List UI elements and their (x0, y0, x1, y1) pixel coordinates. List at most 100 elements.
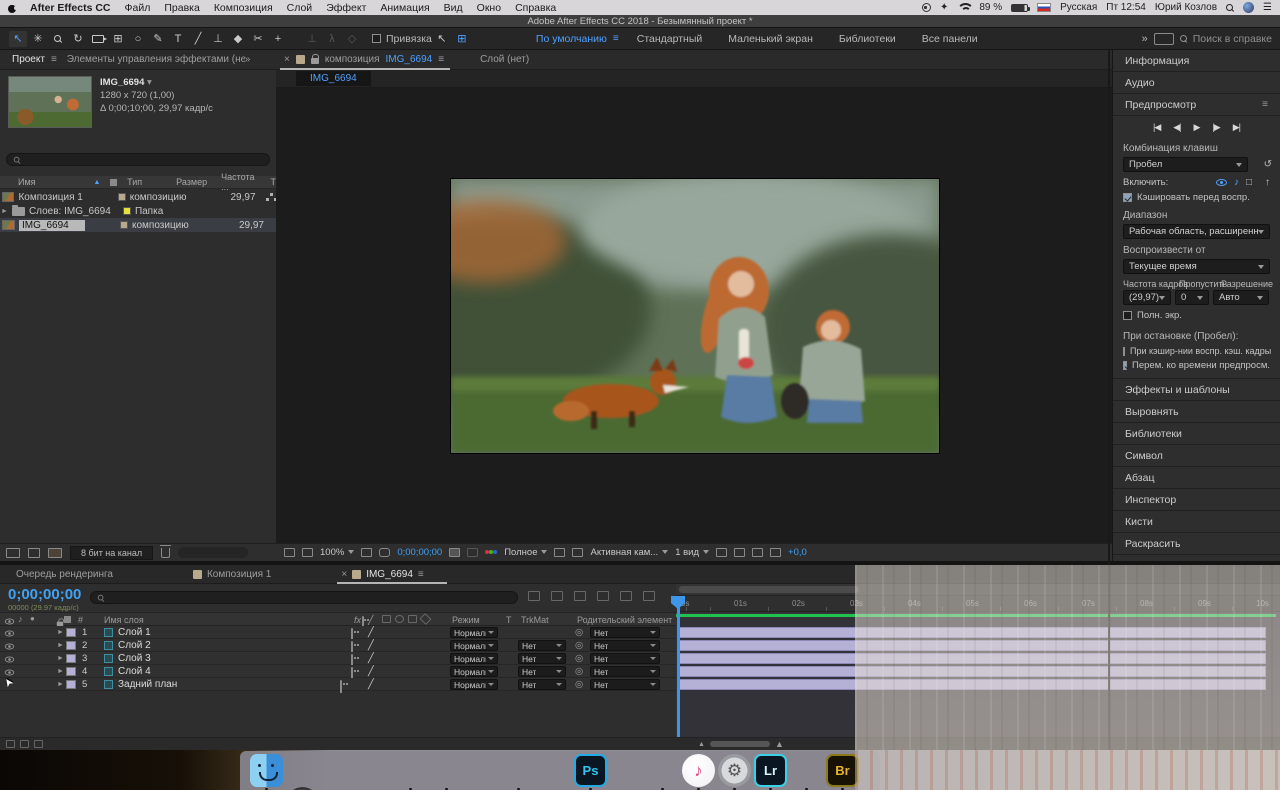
threed-column-icon[interactable] (419, 613, 431, 625)
workspace-libraries[interactable]: Библиотеки (839, 33, 896, 45)
layer-bar[interactable] (678, 666, 1266, 677)
timeline-jump-icon[interactable] (734, 548, 745, 557)
panel-divider-vertical[interactable] (1108, 50, 1110, 750)
dock-photoshop-icon[interactable]: Ps (574, 754, 607, 787)
help-search-placeholder[interactable]: Поиск в справке (1193, 33, 1272, 45)
menu-view[interactable]: Вид (444, 2, 463, 14)
col-size[interactable]: Размер (176, 177, 207, 187)
label-swatch[interactable] (123, 207, 131, 215)
panel-paragraph-header[interactable]: Абзац (1113, 467, 1280, 489)
last-frame-button[interactable]: ▶| (1233, 122, 1240, 133)
expand-arrow-icon[interactable]: ► (1, 208, 8, 215)
menu-composition[interactable]: Композиция (214, 2, 273, 14)
frame-blending-icon[interactable] (597, 591, 609, 601)
menu-app-name[interactable]: After Effects CC (30, 2, 111, 14)
timeline-search-input[interactable] (90, 591, 518, 604)
layer-name[interactable]: Задний план (118, 679, 177, 690)
video-column-icon[interactable] (5, 619, 14, 625)
screen-record-icon[interactable] (922, 3, 931, 12)
snap-checkbox[interactable] (372, 34, 381, 43)
panel-paint-header[interactable]: Раскрасить (1113, 533, 1280, 555)
reset-exposure-icon[interactable] (770, 548, 781, 557)
include-video-icon[interactable] (1216, 179, 1227, 186)
label-color-swatch[interactable] (66, 654, 76, 663)
panel-libraries-header[interactable]: Библиотеки (1113, 423, 1280, 445)
table-row[interactable]: ► 4 Слой 4 ╱ Нормальн Нет ◎ Нет (0, 665, 676, 678)
quality-column-icon[interactable]: ╱ (368, 615, 373, 626)
project-bit-depth-button[interactable]: 8 бит на канал (70, 546, 153, 560)
pen-tool[interactable]: ✎ (149, 31, 167, 47)
adjustment-column-icon[interactable] (408, 615, 417, 623)
motion-blur-column-icon[interactable] (395, 615, 404, 623)
help-search-icon[interactable] (1180, 35, 1188, 43)
resolution-select-preview[interactable]: Авто (1213, 290, 1269, 305)
workspace-bar-icon[interactable] (1154, 33, 1174, 45)
layer-name[interactable]: Слой 1 (118, 627, 151, 638)
panel-preview-header[interactable]: Предпросмотр ≡ (1113, 94, 1280, 116)
selection-tool[interactable]: ↖ (9, 31, 27, 47)
new-composition-icon[interactable] (48, 548, 62, 558)
timeline-tracks-area[interactable] (676, 612, 1280, 737)
menu-clock[interactable]: Пт 12:54 (1106, 2, 1146, 13)
footage-thumbnail[interactable] (8, 76, 92, 128)
fps-select[interactable]: (29,97) (1123, 290, 1171, 305)
project-search-input[interactable] (6, 153, 270, 166)
new-folder-icon[interactable] (28, 548, 40, 558)
table-row[interactable]: ► 3 Слой 3 ╱ Нормальн Нет ◎ Нет (0, 652, 676, 665)
include-overlays-icon[interactable]: □ (1246, 177, 1252, 188)
dock-finder-icon[interactable] (250, 754, 283, 787)
tab-project[interactable]: Проект (12, 54, 45, 65)
first-frame-button[interactable]: |◀ (1153, 122, 1160, 133)
parent-select[interactable]: Нет (590, 679, 660, 690)
panel-menu-icon[interactable]: ≡ (51, 54, 57, 65)
comp-flowchart-icon[interactable] (752, 548, 763, 557)
dock-bridge-icon[interactable]: Br (826, 754, 859, 787)
next-frame-button[interactable]: |▶ (1212, 122, 1219, 133)
hide-shy-layers-icon[interactable] (574, 591, 586, 601)
panel-inspector-header[interactable]: Инспектор (1113, 489, 1280, 511)
work-area-bar[interactable] (676, 584, 1280, 596)
workspace-small-screen[interactable]: Маленький экран (728, 33, 813, 45)
quality-icon[interactable]: ╱ (368, 627, 374, 638)
label-swatch[interactable] (120, 221, 128, 229)
eraser-tool[interactable]: ◆ (229, 31, 247, 47)
tab-layer-viewer[interactable]: Слой (нет) (480, 54, 529, 65)
expand-in-out-icon[interactable] (34, 740, 43, 748)
show-channels-icon[interactable] (485, 548, 497, 557)
viewer-timecode[interactable]: 0;00;00;00 (397, 547, 442, 558)
trkmat-select[interactable]: Нет (518, 666, 566, 677)
table-row[interactable]: Композиция 1 композицию 29,97 (0, 190, 276, 204)
wifi-icon[interactable] (957, 3, 970, 12)
solo-column-icon[interactable]: ● (30, 614, 35, 623)
quality-icon[interactable]: ╱ (368, 653, 374, 664)
tab-effect-controls[interactable]: Элементы управления эффектами (нет) (67, 54, 245, 65)
shy-icon[interactable] (340, 680, 342, 693)
label-swatch[interactable] (118, 193, 126, 201)
preview-menu-icon[interactable]: ≡ (1262, 99, 1268, 110)
col-mode[interactable]: Режим (452, 615, 480, 625)
fast-previews-icon[interactable] (554, 548, 565, 557)
mask-visibility-icon[interactable]: ⊞ (453, 31, 471, 47)
panel-align-header[interactable]: Выровнять (1113, 401, 1280, 423)
workspace-all-panels[interactable]: Все панели (922, 33, 978, 45)
pickwhip-icon[interactable]: ◎ (575, 640, 583, 651)
blend-mode-select[interactable]: Нормальн (450, 679, 498, 690)
layer-name[interactable]: Слой 2 (118, 640, 151, 651)
menu-layer[interactable]: Слой (287, 2, 313, 14)
item-name-editing[interactable]: IMG_6694 (19, 220, 85, 231)
layer-name[interactable]: Слой 3 (118, 653, 151, 664)
blend-mode-select[interactable]: Нормальн (450, 640, 498, 651)
col-layer-name[interactable]: Имя слоя (104, 615, 144, 625)
timeline-zoom-scrollbar[interactable] (710, 741, 770, 747)
label-color-swatch[interactable] (66, 680, 76, 689)
subtab-comp[interactable]: IMG_6694 (296, 71, 371, 86)
menu-effect[interactable]: Эффект (326, 2, 366, 14)
composition-canvas-image[interactable] (451, 179, 939, 453)
cache-before-checkbox[interactable] (1123, 193, 1132, 202)
layer-bar[interactable] (678, 653, 1266, 664)
time-ruler[interactable]: 0s 01s 02s 03s 04s 05s 06s 07s 08s 09s 1… (676, 596, 1280, 612)
menu-animation[interactable]: Анимация (380, 2, 429, 14)
menu-help[interactable]: Справка (515, 2, 556, 14)
pickwhip-icon[interactable]: ◎ (575, 666, 583, 677)
col-rate[interactable]: Частота ... (221, 172, 262, 192)
